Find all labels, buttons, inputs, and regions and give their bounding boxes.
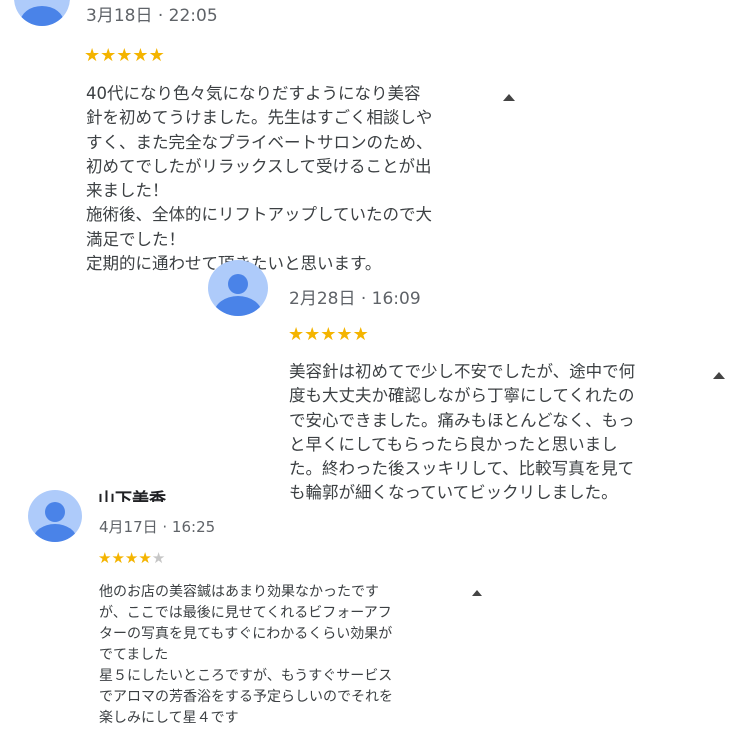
star-icon: ★ <box>116 45 133 66</box>
reviewer-name[interactable]: 山下美香 <box>98 490 166 502</box>
star-icon: ★ <box>100 45 117 66</box>
star-icon: ★ <box>288 324 305 345</box>
review-date: 4月17日 · 16:25 <box>99 518 216 536</box>
collapse-caret-icon[interactable] <box>503 94 515 101</box>
reviewer-avatar-icon[interactable] <box>14 0 70 26</box>
star-icon: ★ <box>148 45 165 66</box>
review-date: 2月28日 · 16:09 <box>289 289 421 309</box>
star-icon: ★ <box>132 45 149 66</box>
collapse-caret-icon[interactable] <box>472 590 482 596</box>
star-icon: ★ <box>336 324 353 345</box>
star-empty-icon: ★ <box>151 549 166 567</box>
review-text: 他のお店の美容鍼はあまり効果なかったです が、ここでは最後に見せてくれるビフォー… <box>99 584 393 726</box>
star-icon: ★ <box>111 549 125 567</box>
review-text: 美容針は初めてで少し不安でしたが、途中で何 度も大丈夫か確認しながら丁寧にしてく… <box>289 362 636 503</box>
star-icon: ★ <box>320 324 337 345</box>
star-icon: ★ <box>138 549 152 567</box>
reviewer-avatar-icon[interactable] <box>208 260 268 316</box>
star-icon: ★ <box>352 324 369 345</box>
collapse-caret-icon[interactable] <box>713 372 725 379</box>
review-text: 40代になり色々気になりだすようになり美容 針を初めてうけました。先生はすごく相… <box>86 84 433 273</box>
reviewer-avatar-icon[interactable] <box>28 490 82 542</box>
star-icon: ★ <box>84 45 101 66</box>
star-rating: ★★★★★ <box>84 45 165 66</box>
review-date: 3月18日 · 22:05 <box>86 6 218 26</box>
star-rating: ★★★★★ <box>98 549 165 567</box>
star-icon: ★ <box>304 324 321 345</box>
star-rating: ★★★★★ <box>288 324 369 345</box>
star-icon: ★ <box>124 549 139 567</box>
star-icon: ★ <box>98 549 112 567</box>
